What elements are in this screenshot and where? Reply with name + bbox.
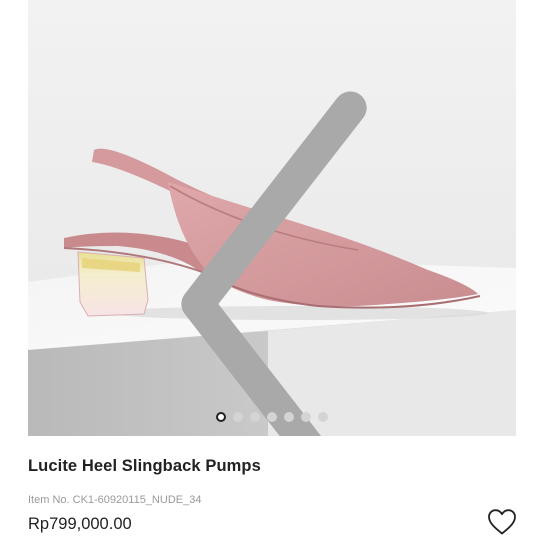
item-number: Item No. CK1-60920115_NUDE_34: [28, 494, 202, 506]
heart-outline-icon: [488, 509, 516, 535]
product-image-gallery[interactable]: [28, 0, 516, 436]
gallery-dot-6[interactable]: [301, 412, 311, 422]
previous-image-button[interactable]: [30, 86, 367, 436]
product-title: Lucite Heel Slingback Pumps: [28, 457, 261, 475]
next-image-button[interactable]: [480, 86, 514, 134]
gallery-pagination: [28, 412, 516, 422]
gallery-dot-4[interactable]: [267, 412, 277, 422]
gallery-dot-5[interactable]: [284, 412, 294, 422]
gallery-dot-3[interactable]: [250, 412, 260, 422]
gallery-dot-7[interactable]: [318, 412, 328, 422]
chevron-right-icon: [480, 86, 516, 436]
gallery-dot-2[interactable]: [233, 412, 243, 422]
chevron-left-icon: [181, 91, 367, 436]
gallery-dot-1[interactable]: [216, 412, 226, 422]
wishlist-button[interactable]: [487, 508, 517, 536]
product-price: Rp799,000.00: [28, 515, 132, 533]
